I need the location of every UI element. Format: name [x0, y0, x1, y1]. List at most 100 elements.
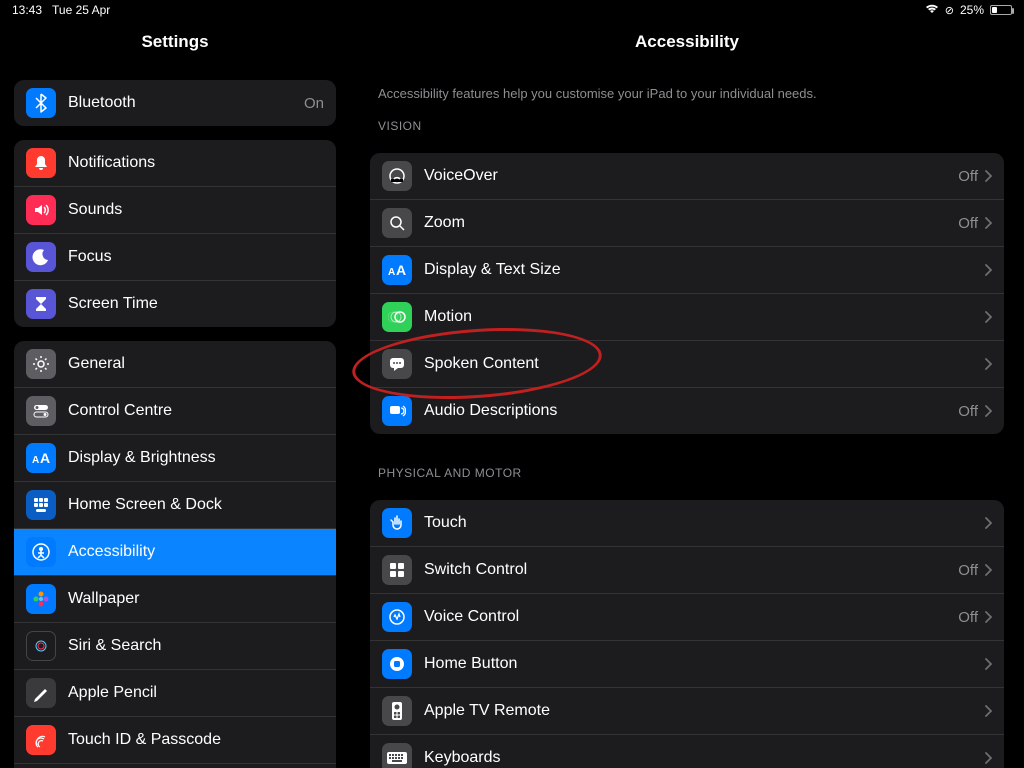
row-general[interactable]: General [14, 341, 336, 388]
row-home-screen-dock[interactable]: Home Screen & Dock [14, 482, 336, 529]
row-trail-value: On [304, 95, 324, 112]
row-keyboards[interactable]: Keyboards [370, 735, 1004, 768]
row-spoken-content[interactable]: Spoken Content [370, 341, 1004, 388]
switch-control-icon [382, 555, 412, 585]
row-trail: On [304, 95, 324, 112]
display-text-icon: AA [382, 255, 412, 285]
row-trail-value: Off [958, 168, 978, 185]
row-battery[interactable]: Battery [14, 764, 336, 768]
detail-title: Accessibility [370, 22, 1004, 66]
row-trail [984, 752, 992, 764]
row-trail: Off [958, 215, 992, 232]
wifi-icon [925, 3, 939, 17]
sounds-icon [26, 195, 56, 225]
row-focus[interactable]: Focus [14, 234, 336, 281]
row-audio-descriptions[interactable]: Audio Descriptions Off [370, 388, 1004, 434]
row-label: Wallpaper [68, 590, 312, 608]
voice-control-icon [382, 602, 412, 632]
row-screen-time[interactable]: Screen Time [14, 281, 336, 327]
row-label: Apple TV Remote [424, 702, 972, 720]
row-bluetooth[interactable]: Bluetooth On [14, 80, 336, 126]
detail-group: Touch Switch Control Off Voice Control O… [370, 500, 1004, 768]
section-header: Physical and Motor [370, 448, 1004, 486]
row-label: Accessibility [68, 543, 312, 561]
row-label: Keyboards [424, 749, 972, 767]
status-time: 13:43 [12, 3, 42, 17]
touchid-icon [26, 725, 56, 755]
general-icon [26, 349, 56, 379]
row-trail-value: Off [958, 609, 978, 626]
keyboards-icon [382, 743, 412, 768]
row-trail [984, 311, 992, 323]
row-sounds[interactable]: Sounds [14, 187, 336, 234]
row-wallpaper[interactable]: Wallpaper [14, 576, 336, 623]
screentime-icon [26, 289, 56, 319]
row-voiceover[interactable]: VoiceOver Off [370, 153, 1004, 200]
row-label: Voice Control [424, 608, 946, 626]
row-apple-pencil[interactable]: Apple Pencil [14, 670, 336, 717]
siri-icon [26, 631, 56, 661]
row-zoom[interactable]: Zoom Off [370, 200, 1004, 247]
svg-text:A: A [40, 450, 50, 466]
row-label: VoiceOver [424, 167, 946, 185]
row-label: Home Button [424, 655, 972, 673]
chevron-right-icon [984, 311, 992, 323]
spoken-content-icon [382, 349, 412, 379]
chevron-right-icon [984, 517, 992, 529]
row-trail [984, 517, 992, 529]
row-voice-control[interactable]: Voice Control Off [370, 594, 1004, 641]
touch-icon [382, 508, 412, 538]
detail-group: VoiceOver Off Zoom Off AA Display & Text… [370, 153, 1004, 434]
row-touch-id-passcode[interactable]: Touch ID & Passcode [14, 717, 336, 764]
orientation-lock-icon: ⊘ [945, 4, 954, 17]
status-battery: 25% [960, 3, 984, 17]
row-label: Touch [424, 514, 972, 532]
sidebar-group: Notifications Sounds Focus Screen Time [14, 140, 336, 327]
row-siri-search[interactable]: Siri & Search [14, 623, 336, 670]
row-label: Zoom [424, 214, 946, 232]
row-trail-value: Off [958, 562, 978, 579]
apple-pencil-icon [26, 678, 56, 708]
wallpaper-icon [26, 584, 56, 614]
row-label: Focus [68, 248, 312, 266]
row-label: Home Screen & Dock [68, 496, 312, 514]
detail-description: Accessibility features help you customis… [370, 66, 1004, 101]
row-trail: Off [958, 562, 992, 579]
chevron-right-icon [984, 752, 992, 764]
focus-icon [26, 242, 56, 272]
apple-tv-remote-icon [382, 696, 412, 726]
control-centre-icon [26, 396, 56, 426]
row-label: Notifications [68, 154, 312, 172]
row-trail [984, 658, 992, 670]
settings-detail: Accessibility Accessibility features hel… [350, 22, 1024, 768]
chevron-right-icon [984, 611, 992, 623]
chevron-right-icon [984, 217, 992, 229]
row-motion[interactable]: Motion [370, 294, 1004, 341]
motion-icon [382, 302, 412, 332]
audio-desc-icon [382, 396, 412, 426]
status-date: Tue 25 Apr [52, 3, 110, 17]
svg-text:A: A [388, 267, 395, 278]
row-apple-tv-remote[interactable]: Apple TV Remote [370, 688, 1004, 735]
row-label: Bluetooth [68, 94, 292, 112]
row-home-button[interactable]: Home Button [370, 641, 1004, 688]
row-switch-control[interactable]: Switch Control Off [370, 547, 1004, 594]
row-trail [984, 705, 992, 717]
accessibility-icon [26, 537, 56, 567]
row-label: Touch ID & Passcode [68, 731, 312, 749]
row-label: Screen Time [68, 295, 312, 313]
row-trail [984, 264, 992, 276]
row-label: Display & Brightness [68, 449, 312, 467]
display-brightness-icon: AA [26, 443, 56, 473]
row-trail [984, 358, 992, 370]
row-display-brightness[interactable]: AA Display & Brightness [14, 435, 336, 482]
row-accessibility[interactable]: Accessibility [14, 529, 336, 576]
row-notifications[interactable]: Notifications [14, 140, 336, 187]
chevron-right-icon [984, 170, 992, 182]
row-control-centre[interactable]: Control Centre [14, 388, 336, 435]
row-trail: Off [958, 403, 992, 420]
chevron-right-icon [984, 705, 992, 717]
row-label: Audio Descriptions [424, 402, 946, 420]
row-touch[interactable]: Touch [370, 500, 1004, 547]
row-display-text-size[interactable]: AA Display & Text Size [370, 247, 1004, 294]
